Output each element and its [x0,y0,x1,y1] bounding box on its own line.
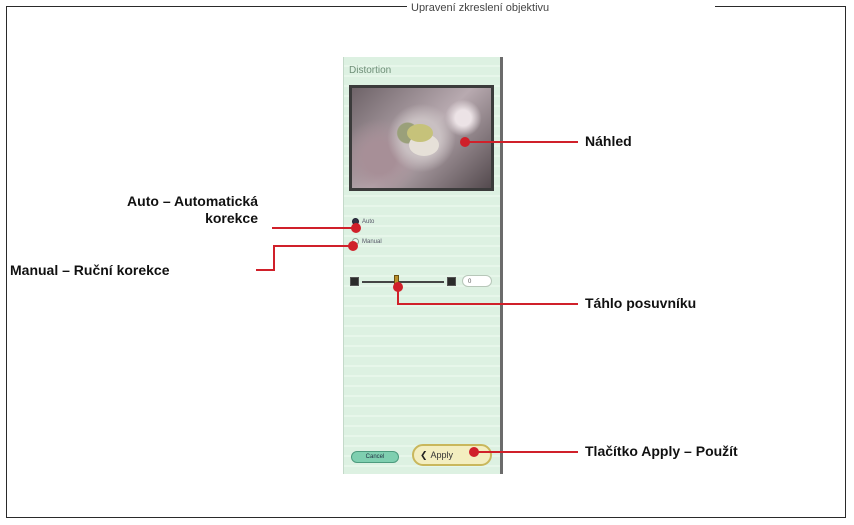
callout-line-manual [256,245,353,271]
callout-label-auto-line2: korekce [205,210,258,226]
callout-dot-auto [351,223,361,233]
callout-label-auto-line1: Auto – Automatická [127,193,258,209]
callout-label-preview: Náhled [585,133,632,149]
callout-label-slider: Táhlo posuvníku [585,295,697,311]
callout-label-apply: Tlačítko Apply – Použít [585,443,738,459]
callout-line-slider [397,287,578,305]
callout-dot-slider [393,282,403,292]
callout-label-manual: Manual – Ruční korekce [10,262,170,278]
callout-label-auto: Auto – Automatická korekce [54,193,258,227]
callout-dot-manual [348,241,358,251]
callout-dot-preview [460,137,470,147]
callout-dot-apply [469,447,479,457]
